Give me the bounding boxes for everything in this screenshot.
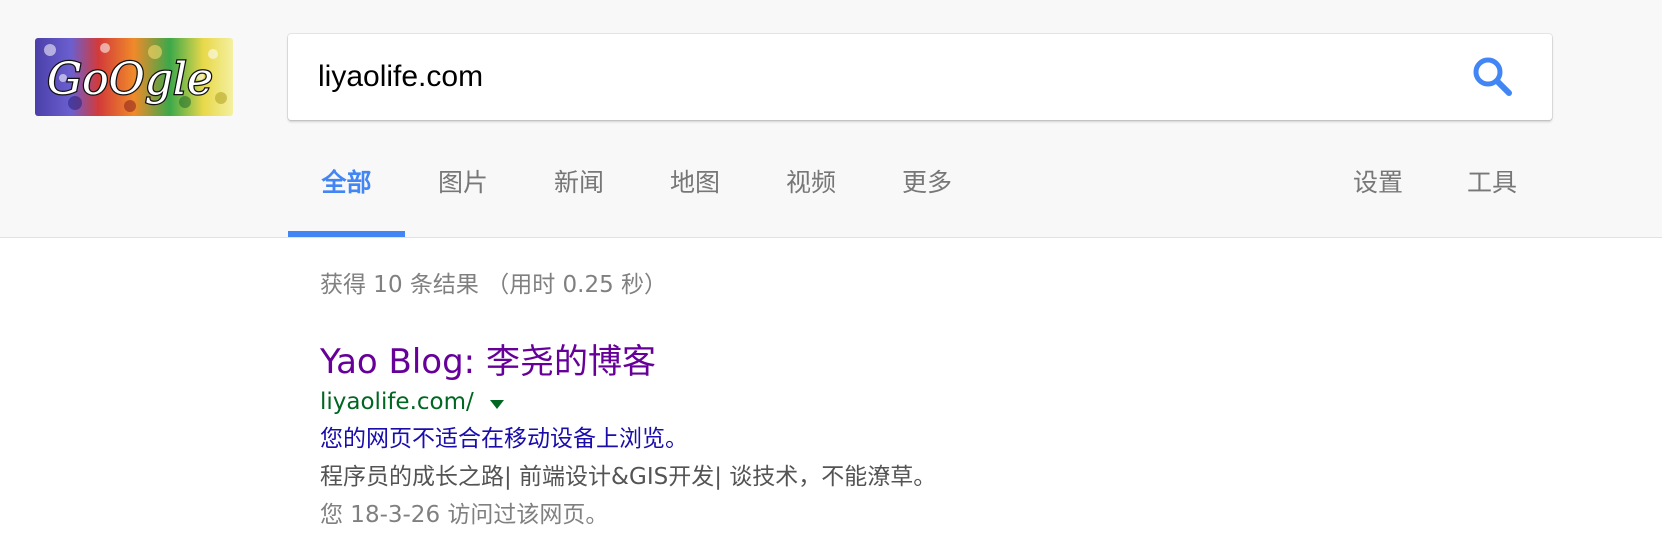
settings-label: 设置 bbox=[1352, 168, 1403, 197]
search-icon bbox=[1473, 57, 1512, 96]
google-doodle-logo[interactable]: GoOgle bbox=[35, 38, 233, 116]
tab-label: 地图 bbox=[669, 168, 720, 197]
tab-label: 视频 bbox=[785, 168, 836, 197]
search-button[interactable] bbox=[1468, 52, 1518, 102]
tools-button[interactable]: 工具 bbox=[1442, 160, 1542, 237]
result-title-link[interactable]: Yao Blog: 李尧的博客 bbox=[320, 340, 1420, 384]
mobile-unfriendly-notice[interactable]: 您的网页不适合在移动设备上浏览。 bbox=[320, 420, 1420, 458]
visited-notice: 您 18-3-26 访问过该网页。 bbox=[320, 502, 609, 528]
search-result: Yao Blog: 李尧的博客 liyaolife.com/ 您的网页不适合在移… bbox=[320, 340, 1420, 534]
settings-button[interactable]: 设置 bbox=[1328, 160, 1428, 237]
tools-label: 工具 bbox=[1466, 168, 1517, 197]
result-url-row: liyaolife.com/ bbox=[320, 384, 1420, 420]
url-dropdown-arrow-icon[interactable] bbox=[489, 400, 504, 410]
tab-label: 更多 bbox=[901, 168, 952, 197]
search-box bbox=[288, 34, 1552, 120]
active-tab-indicator bbox=[288, 231, 405, 237]
tab-maps[interactable]: 地图 bbox=[637, 160, 753, 237]
tab-videos[interactable]: 视频 bbox=[753, 160, 869, 237]
tab-news[interactable]: 新闻 bbox=[521, 160, 637, 237]
tab-label: 新闻 bbox=[553, 168, 604, 197]
result-snippet: 程序员的成长之路| 前端设计&GIS开发| 谈技术，不能潦草。 bbox=[320, 464, 937, 490]
tab-all[interactable]: 全部 bbox=[288, 160, 405, 237]
result-stats: 获得 10 条结果 （用时 0.25 秒） bbox=[320, 272, 668, 298]
search-tabs: 全部 图片 新闻 地图 视频 更多 设置 工具 bbox=[288, 160, 1552, 237]
tab-images[interactable]: 图片 bbox=[405, 160, 521, 237]
header: GoOgle 全部 图片 新闻 地图 视频 更多 bbox=[0, 0, 1662, 238]
doodle-image: GoOgle bbox=[35, 38, 233, 116]
tab-label: 全部 bbox=[321, 168, 372, 197]
tab-more[interactable]: 更多 bbox=[869, 160, 985, 237]
svg-text:GoOgle: GoOgle bbox=[47, 54, 213, 105]
tab-label: 图片 bbox=[437, 168, 488, 197]
search-input[interactable] bbox=[318, 34, 1418, 120]
result-url[interactable]: liyaolife.com/ bbox=[320, 389, 474, 415]
